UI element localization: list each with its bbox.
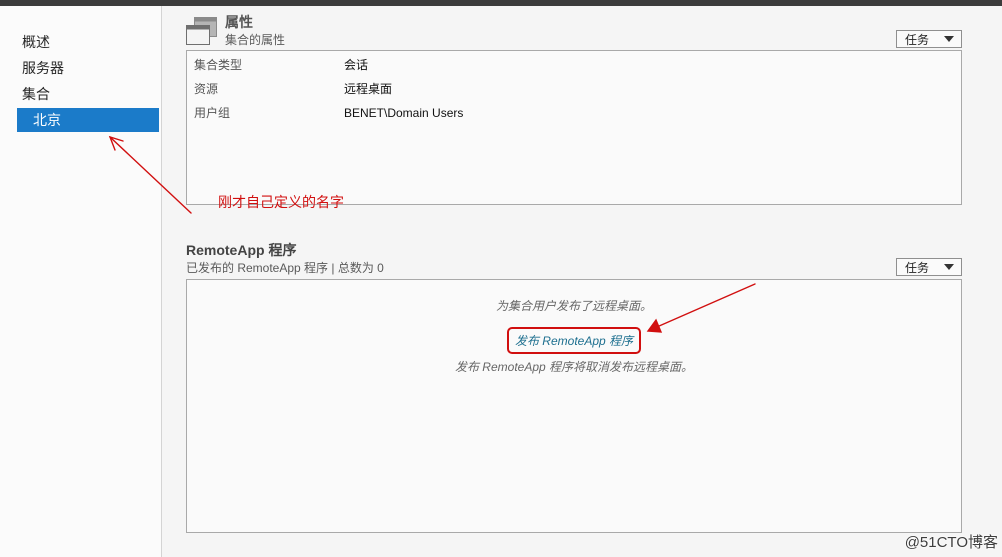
sidebar-item-label: 北京 <box>33 112 61 128</box>
property-row: 集合类型 会话 <box>187 53 961 77</box>
property-row: 资源 远程桌面 <box>187 77 961 101</box>
publish-remoteapp-link[interactable]: 发布 RemoteApp 程序 <box>515 334 633 348</box>
properties-tasks-dropdown[interactable]: 任务 <box>896 30 962 48</box>
sidebar-item-collections[interactable]: 集合 <box>17 81 159 107</box>
remoteapp-status-message: 为集合用户发布了远程桌面。 <box>495 299 652 313</box>
annotation-note: 刚才自己定义的名字 <box>218 194 344 210</box>
property-key: 用户组 <box>194 106 231 120</box>
watermark: @51CTO博客 <box>904 534 998 551</box>
properties-panel: 集合类型 会话 资源 远程桌面 用户组 BENET\Domain Users <box>186 50 962 205</box>
remoteapp-panel: 为集合用户发布了远程桌面。 发布 RemoteApp 程序 发布 RemoteA… <box>186 279 962 533</box>
chevron-down-icon <box>944 36 954 42</box>
tasks-label: 任务 <box>905 260 930 275</box>
remoteapp-publish-note: 发布 RemoteApp 程序将取消发布远程桌面。 <box>454 360 694 374</box>
property-value: 远程桌面 <box>344 82 393 96</box>
property-row: 用户组 BENET\Domain Users <box>187 101 961 125</box>
sidebar-item-overview[interactable]: 概述 <box>17 29 159 55</box>
publish-link-row: 发布 RemoteApp 程序 <box>187 333 961 349</box>
window-icon-graphic <box>186 17 217 45</box>
properties-subtitle: 集合的属性 <box>225 33 286 47</box>
remoteapp-title: RemoteApp 程序 <box>186 242 297 258</box>
properties-title: 属性 <box>225 14 253 30</box>
remoteapp-subtitle: 已发布的 RemoteApp 程序 | 总数为 0 <box>186 261 384 275</box>
sidebar: 概述 服务器 集合 北京 <box>0 6 162 557</box>
sidebar-item-label: 集合 <box>22 86 50 102</box>
tasks-label: 任务 <box>905 32 930 47</box>
property-value: 会话 <box>344 58 369 72</box>
sidebar-item-collection-beijing[interactable]: 北京 <box>17 108 159 132</box>
sidebar-item-label: 服务器 <box>22 60 64 76</box>
chevron-down-icon <box>944 264 954 270</box>
window-icon <box>186 17 217 45</box>
property-value: BENET\Domain Users <box>344 106 464 120</box>
property-key: 资源 <box>194 82 219 96</box>
remoteapp-tasks-dropdown[interactable]: 任务 <box>896 258 962 276</box>
property-key: 集合类型 <box>194 58 243 72</box>
sidebar-item-label: 概述 <box>22 34 50 50</box>
sidebar-nav: 概述 服务器 集合 北京 <box>17 29 159 132</box>
sidebar-item-servers[interactable]: 服务器 <box>17 55 159 81</box>
